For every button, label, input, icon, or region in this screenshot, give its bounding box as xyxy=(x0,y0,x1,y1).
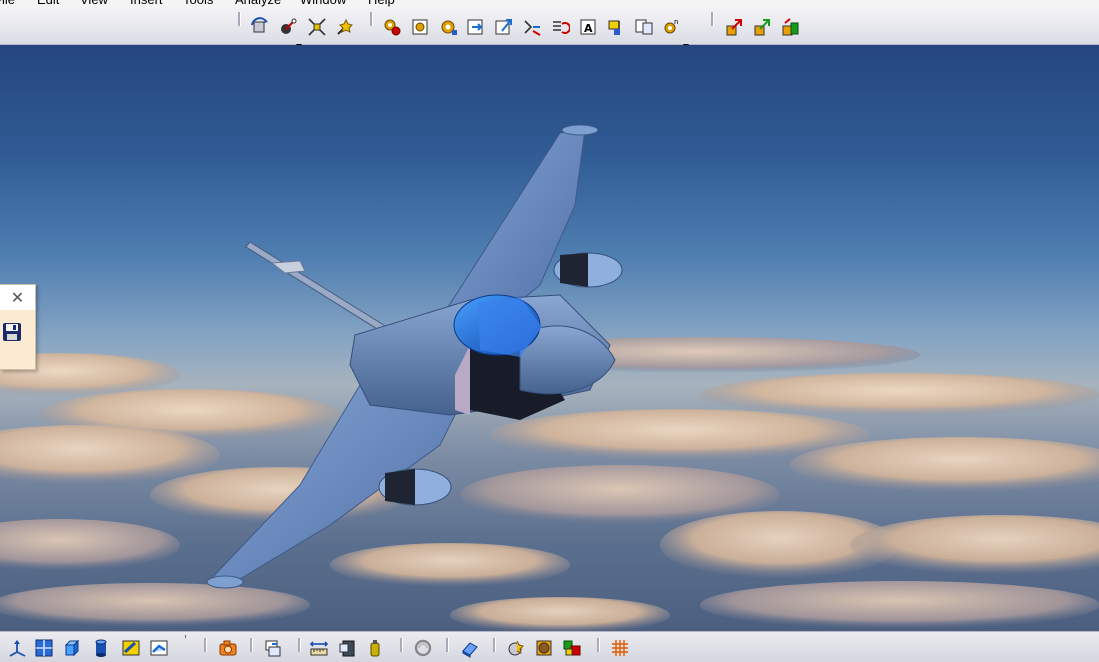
menu-window[interactable]: Window xyxy=(300,0,346,8)
hide-show-icon[interactable] xyxy=(412,637,434,659)
toolbar-separator xyxy=(370,12,373,26)
grid-snap-icon[interactable] xyxy=(609,637,631,659)
text-annotation-icon[interactable]: A xyxy=(577,16,599,38)
toolbar-separator xyxy=(493,638,496,652)
fit-all-icon[interactable] xyxy=(306,16,328,38)
svg-text:n: n xyxy=(674,18,678,26)
cylinder-icon[interactable] xyxy=(90,637,112,659)
measure-inertia-icon[interactable] xyxy=(364,637,386,659)
menu-view[interactable]: View xyxy=(80,0,108,8)
top-toolbar: A n xyxy=(0,8,1099,48)
menu-edit[interactable]: Edit xyxy=(37,0,59,8)
shading-edges-icon[interactable] xyxy=(148,637,170,659)
separator-tick xyxy=(185,635,186,638)
render-style-icon[interactable] xyxy=(533,637,555,659)
rotate-view-icon[interactable] xyxy=(249,16,271,38)
manage-representations-icon[interactable] xyxy=(549,16,571,38)
publish-check-icon[interactable] xyxy=(779,16,801,38)
toolbar-separator xyxy=(204,638,207,652)
save-icon[interactable] xyxy=(0,320,24,344)
toolbar-separator xyxy=(446,638,449,652)
shading-icon[interactable] xyxy=(120,637,142,659)
gear-options-icon[interactable] xyxy=(437,16,459,38)
toolbar-separator xyxy=(298,638,301,652)
menu-bar: File Edit View Insert Tools Analyze Wind… xyxy=(0,0,1099,8)
publish-green-icon[interactable] xyxy=(751,16,773,38)
jet-model[interactable] xyxy=(0,45,1099,631)
scene-icon[interactable] xyxy=(561,637,583,659)
apply-material-icon[interactable] xyxy=(505,637,527,659)
capture-camera-icon[interactable] xyxy=(217,637,239,659)
swap-icon[interactable] xyxy=(262,637,284,659)
normal-view-icon[interactable] xyxy=(334,16,356,38)
iso-cube-icon[interactable] xyxy=(61,637,83,659)
view-axis-icon[interactable] xyxy=(6,637,28,659)
measure-ruler-icon[interactable] xyxy=(308,637,330,659)
insert-part-icon[interactable] xyxy=(465,16,487,38)
swap-visible-space-icon[interactable] xyxy=(459,637,481,659)
toolbar-separator xyxy=(238,12,241,26)
fly-mode-icon[interactable] xyxy=(277,16,299,38)
measure-item-icon[interactable] xyxy=(337,637,359,659)
menu-help[interactable]: Help xyxy=(368,0,395,8)
menu-tools[interactable]: Tools xyxy=(183,0,213,8)
svg-text:A: A xyxy=(584,22,593,35)
toolbar-separator xyxy=(597,638,600,652)
floating-palette[interactable]: ✕ xyxy=(0,284,36,370)
gear-update-icon[interactable] xyxy=(409,16,431,38)
toolbar-separator xyxy=(711,12,714,26)
replace-component-icon[interactable] xyxy=(493,16,515,38)
toolbar-separator xyxy=(400,638,403,652)
menu-file[interactable]: File xyxy=(0,0,15,8)
menu-analyze[interactable]: Analyze xyxy=(235,0,281,8)
toolbar-separator xyxy=(250,638,253,652)
gear-settings-icon[interactable] xyxy=(381,16,403,38)
3d-viewport[interactable] xyxy=(0,45,1099,631)
multi-view-icon[interactable] xyxy=(633,16,655,38)
flag-note-icon[interactable] xyxy=(605,16,627,38)
publish-icon[interactable] xyxy=(723,16,745,38)
bottom-toolbar xyxy=(0,631,1099,662)
multi-view-grid-icon[interactable] xyxy=(33,637,55,659)
snap-icon[interactable] xyxy=(521,16,543,38)
menu-insert[interactable]: Insert xyxy=(130,0,163,8)
gear-catalog-icon[interactable]: n xyxy=(661,16,683,38)
close-icon[interactable]: ✕ xyxy=(0,285,35,310)
